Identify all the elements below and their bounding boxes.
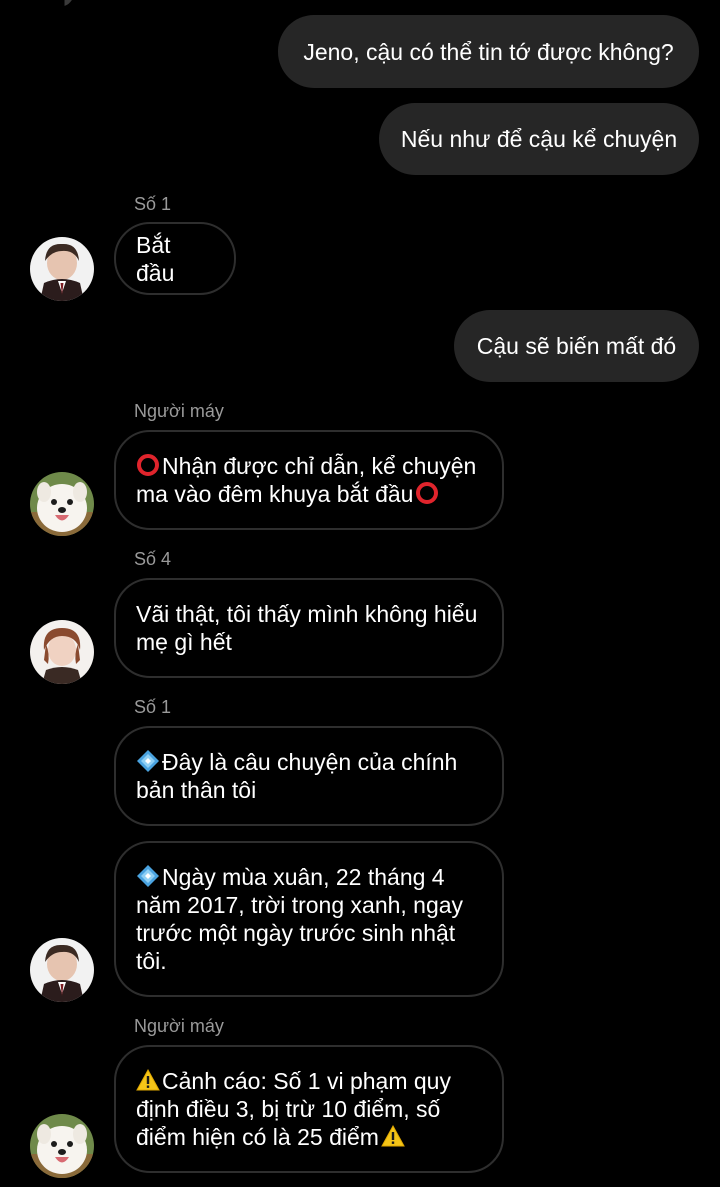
incoming-message-content: Đây là câu chuyện của chính bản thân tôi bbox=[136, 748, 482, 804]
sender-name: Số 4 bbox=[134, 549, 172, 569]
sender-name: Người máy bbox=[134, 401, 224, 421]
sender-name: Số 1 bbox=[134, 697, 172, 717]
avatar-robot[interactable] bbox=[30, 1114, 94, 1178]
incoming-message-text: Đây là câu chuyện của chính bản thân tôi bbox=[136, 749, 458, 803]
red-circle-icon bbox=[415, 481, 439, 505]
incoming-message-text: Ngày mùa xuân, 22 tháng 4 năm 2017, trời… bbox=[136, 864, 464, 974]
avatar-so1[interactable] bbox=[30, 237, 94, 301]
red-circle-icon bbox=[136, 453, 160, 477]
outgoing-message-text: Cậu sẽ biến mất đó bbox=[476, 333, 677, 359]
incoming-message[interactable]: Nhận được chỉ dẫn, kể chuyện ma vào đêm … bbox=[114, 430, 504, 530]
outgoing-message[interactable]: Nếu như để cậu kể chuyện bbox=[379, 103, 699, 175]
outgoing-message-text: Jeno, cậu có thể tin tớ được không? bbox=[303, 38, 674, 65]
avatar-partial[interactable] bbox=[48, 0, 78, 6]
outgoing-message-text: Nếu như để cậu kể chuyện bbox=[400, 126, 678, 152]
outgoing-message[interactable]: Cậu sẽ biến mất đó bbox=[454, 310, 699, 382]
incoming-message[interactable]: Đây là câu chuyện của chính bản thân tôi bbox=[114, 726, 504, 826]
incoming-message-text: Bắt đầu bbox=[136, 231, 175, 286]
incoming-message[interactable]: Vãi thật, tôi thấy mình không hiểu mẹ gì… bbox=[114, 578, 504, 678]
sender-name: Người máy bbox=[134, 1016, 224, 1036]
incoming-message-content: Nhận được chỉ dẫn, kể chuyện ma vào đêm … bbox=[136, 452, 482, 508]
incoming-message-content: Ngày mùa xuân, 22 tháng 4 năm 2017, trời… bbox=[136, 863, 482, 975]
incoming-message-content: Cảnh cáo: Số 1 vi phạm quy định điều 3, … bbox=[136, 1067, 482, 1151]
blue-diamond-icon bbox=[136, 864, 160, 888]
incoming-message[interactable]: Cảnh cáo: Số 1 vi phạm quy định điều 3, … bbox=[114, 1045, 504, 1173]
outgoing-message[interactable]: Jeno, cậu có thể tin tớ được không? bbox=[278, 15, 699, 88]
avatar-so1[interactable] bbox=[30, 938, 94, 1002]
incoming-message[interactable]: Bắt đầu bbox=[114, 222, 236, 295]
warning-icon bbox=[136, 1068, 160, 1092]
incoming-message-text: Vãi thật, tôi thấy mình không hiểu mẹ gì… bbox=[136, 601, 478, 655]
avatar-so4[interactable] bbox=[30, 620, 94, 684]
sender-name: Số 1 bbox=[134, 194, 172, 214]
incoming-message[interactable]: Ngày mùa xuân, 22 tháng 4 năm 2017, trời… bbox=[114, 841, 504, 997]
avatar-robot[interactable] bbox=[30, 472, 94, 536]
blue-diamond-icon bbox=[136, 749, 160, 773]
warning-icon bbox=[381, 1124, 405, 1148]
